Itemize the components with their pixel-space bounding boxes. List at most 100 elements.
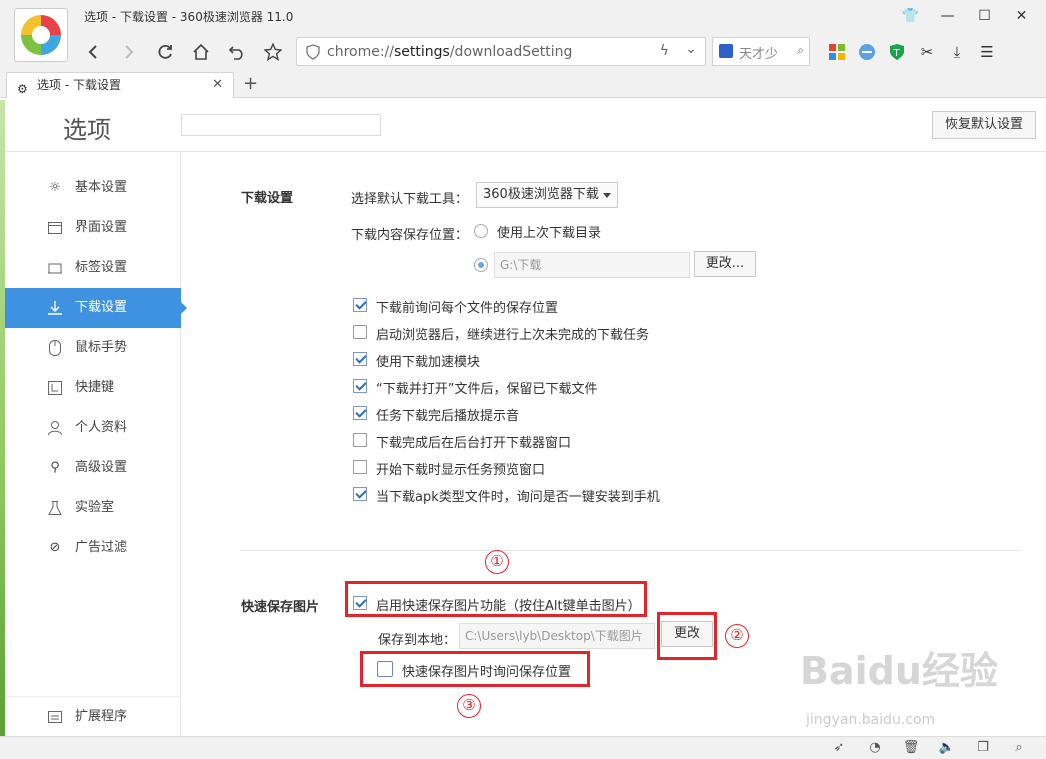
sidebar-item-download[interactable]: 下载设置 <box>5 288 187 328</box>
option-label: 下载前询问每个文件的保存位置 <box>376 301 559 316</box>
baidu-watermark: Baidu经验 <box>800 649 998 693</box>
option-label: 下载完成后在后台打开下载器窗口 <box>376 436 572 451</box>
reload-icon[interactable] <box>150 38 180 66</box>
shield-t-icon[interactable]: T <box>886 41 908 63</box>
address-url[interactable]: chrome://settings/downloadSetting <box>327 44 572 60</box>
sidebar-item-profile[interactable]: 个人资料 <box>5 408 181 448</box>
title-bar: 选项 - 下载设置 - 360极速浏览器 11.0 👕 — ☐ ✕ chrome… <box>0 0 1046 98</box>
option-checkbox-1[interactable] <box>353 325 367 339</box>
tab-icon <box>47 260 63 276</box>
gear-icon: ⚙ <box>17 82 28 96</box>
option-checkbox-2[interactable] <box>353 352 367 366</box>
annotation-one: ① <box>485 550 509 574</box>
sun-icon: ☼ <box>49 180 61 195</box>
tool-label: 选择默认下载工具： <box>351 192 469 207</box>
save-location-label: 下载内容保存位置： <box>351 228 469 243</box>
tab-label: 选项 - 下载设置 <box>37 78 121 92</box>
bookmark-star-icon[interactable] <box>258 38 288 66</box>
sidebar-item-adblock[interactable]: ⊘ 广告过滤 <box>5 528 181 568</box>
download-icon <box>47 300 63 316</box>
option-checkbox-0[interactable] <box>353 298 367 312</box>
radio-last-dir-label: 使用上次下载目录 <box>497 226 602 241</box>
download-tool-select[interactable]: 360极速浏览器下载 <box>476 182 618 208</box>
section-divider <box>240 550 1022 551</box>
quick-save-ask-label: 快速保存图片时询问保存位置 <box>402 665 572 680</box>
option-checkbox-4[interactable] <box>353 406 367 420</box>
radio-last-dir[interactable] <box>474 224 488 238</box>
quick-save-change-button[interactable]: 更改 <box>661 621 713 647</box>
close-window-button[interactable]: ✕ <box>1003 6 1040 26</box>
search-icon[interactable]: ⌕ <box>797 43 804 58</box>
download-path-field[interactable]: G:\下载 <box>494 252 690 278</box>
search-box[interactable]: 天才少 ⌕ <box>712 37 810 66</box>
volume-icon[interactable]: 🔈 <box>938 740 956 756</box>
option-checkbox-6[interactable] <box>353 460 367 474</box>
option-label: 当下载apk类型文件时，询问是否一键安装到手机 <box>376 490 660 505</box>
flask-icon <box>47 500 63 516</box>
sidebar-item-shortcuts[interactable]: 快捷键 <box>5 368 181 408</box>
settings-header: 选项 恢复默认设置 <box>5 100 1046 152</box>
address-bar[interactable]: chrome://settings/downloadSetting ϟ ⌄ <box>296 37 706 66</box>
annotation-three: ③ <box>457 694 481 718</box>
window-title: 选项 - 下载设置 - 360极速浏览器 11.0 <box>84 10 294 24</box>
block-icon: ⊘ <box>49 540 61 555</box>
settings-search-input[interactable] <box>181 114 381 136</box>
rocket-icon[interactable]: ➶ <box>830 740 848 756</box>
window-icon <box>47 220 63 236</box>
close-tab-icon[interactable]: ✕ <box>212 73 223 97</box>
tab-settings[interactable]: ⚙ 选项 - 下载设置 ✕ <box>6 72 234 98</box>
apps-grid-icon[interactable] <box>826 41 848 63</box>
quick-save-enable-checkbox[interactable] <box>353 596 367 610</box>
mouse-icon <box>47 340 63 356</box>
back-icon[interactable] <box>78 38 108 66</box>
restore-defaults-button[interactable]: 恢复默认设置 <box>932 111 1036 139</box>
menu-icon[interactable]: ☰ <box>976 41 998 63</box>
scissors-icon[interactable]: ✂ <box>916 41 938 63</box>
search-placeholder: 天才少 <box>739 47 779 62</box>
option-label: “下载并打开”文件后，保留已下载文件 <box>376 382 598 397</box>
download-section-title: 下载设置 <box>241 191 294 206</box>
change-path-button[interactable]: 更改... <box>694 251 756 277</box>
option-label: 启动浏览器后，继续进行上次未完成的下载任务 <box>376 328 650 343</box>
baidu-watermark-url: jingyan.baidu.com <box>806 712 936 728</box>
annotation-two: ② <box>725 624 749 648</box>
skin-icon[interactable]: 👕 <box>892 6 929 26</box>
forward-icon[interactable] <box>114 38 144 66</box>
window-copy-icon[interactable]: ❐ <box>974 740 992 756</box>
quick-save-ask-checkbox[interactable] <box>377 661 393 677</box>
maximize-button[interactable]: ☐ <box>966 6 1003 26</box>
sidebar-item-extensions[interactable]: 扩展程序 <box>5 696 181 736</box>
option-label: 开始下载时显示任务预览窗口 <box>376 463 546 478</box>
adblock-minus-icon[interactable] <box>856 41 878 63</box>
lightning-icon[interactable]: ϟ <box>660 43 669 59</box>
sidebar-item-tabs[interactable]: 标签设置 <box>5 248 181 288</box>
minimize-button[interactable]: — <box>929 6 966 26</box>
security-shield-icon <box>306 44 320 63</box>
chevron-down-icon[interactable]: ⌄ <box>685 41 697 57</box>
browser-logo[interactable] <box>14 8 68 62</box>
sidebar-item-interface[interactable]: 界面设置 <box>5 208 181 248</box>
settings-sidebar: ☼ 基本设置 界面设置 标签设置 下载设置 鼠标手势 快捷键 个人资料 ⚲ 高级设置… <box>5 152 187 736</box>
keyboard-icon <box>47 380 63 396</box>
zoom-icon[interactable]: ⌕ <box>1010 740 1028 756</box>
option-checkbox-5[interactable] <box>353 433 367 447</box>
home-icon[interactable] <box>186 38 216 66</box>
option-checkbox-7[interactable] <box>353 487 367 501</box>
wrench-icon: ⚲ <box>50 460 60 475</box>
radio-custom-dir[interactable] <box>474 258 488 272</box>
speed-icon[interactable]: ◔ <box>866 740 884 756</box>
download-arrow-icon[interactable]: ⤓ <box>946 41 968 63</box>
new-tab-button[interactable]: + <box>243 72 258 96</box>
sidebar-item-mouse[interactable]: 鼠标手势 <box>5 328 181 368</box>
quick-save-path-field[interactable]: C:\Users\lyb\Desktop\下载图片 <box>459 623 655 649</box>
quick-save-enable-label: 启用快速保存图片功能（按住Alt键单击图片） <box>376 599 641 614</box>
page-title: 选项 <box>63 116 111 144</box>
trash-icon[interactable]: 🗑 <box>902 740 920 756</box>
undo-icon[interactable] <box>222 38 252 66</box>
sidebar-item-basic[interactable]: ☼ 基本设置 <box>5 168 181 208</box>
option-checkbox-3[interactable] <box>353 379 367 393</box>
extension-icon <box>47 709 63 725</box>
svg-text:T: T <box>893 48 901 59</box>
sidebar-item-advanced[interactable]: ⚲ 高级设置 <box>5 448 181 488</box>
sidebar-item-lab[interactable]: 实验室 <box>5 488 181 528</box>
